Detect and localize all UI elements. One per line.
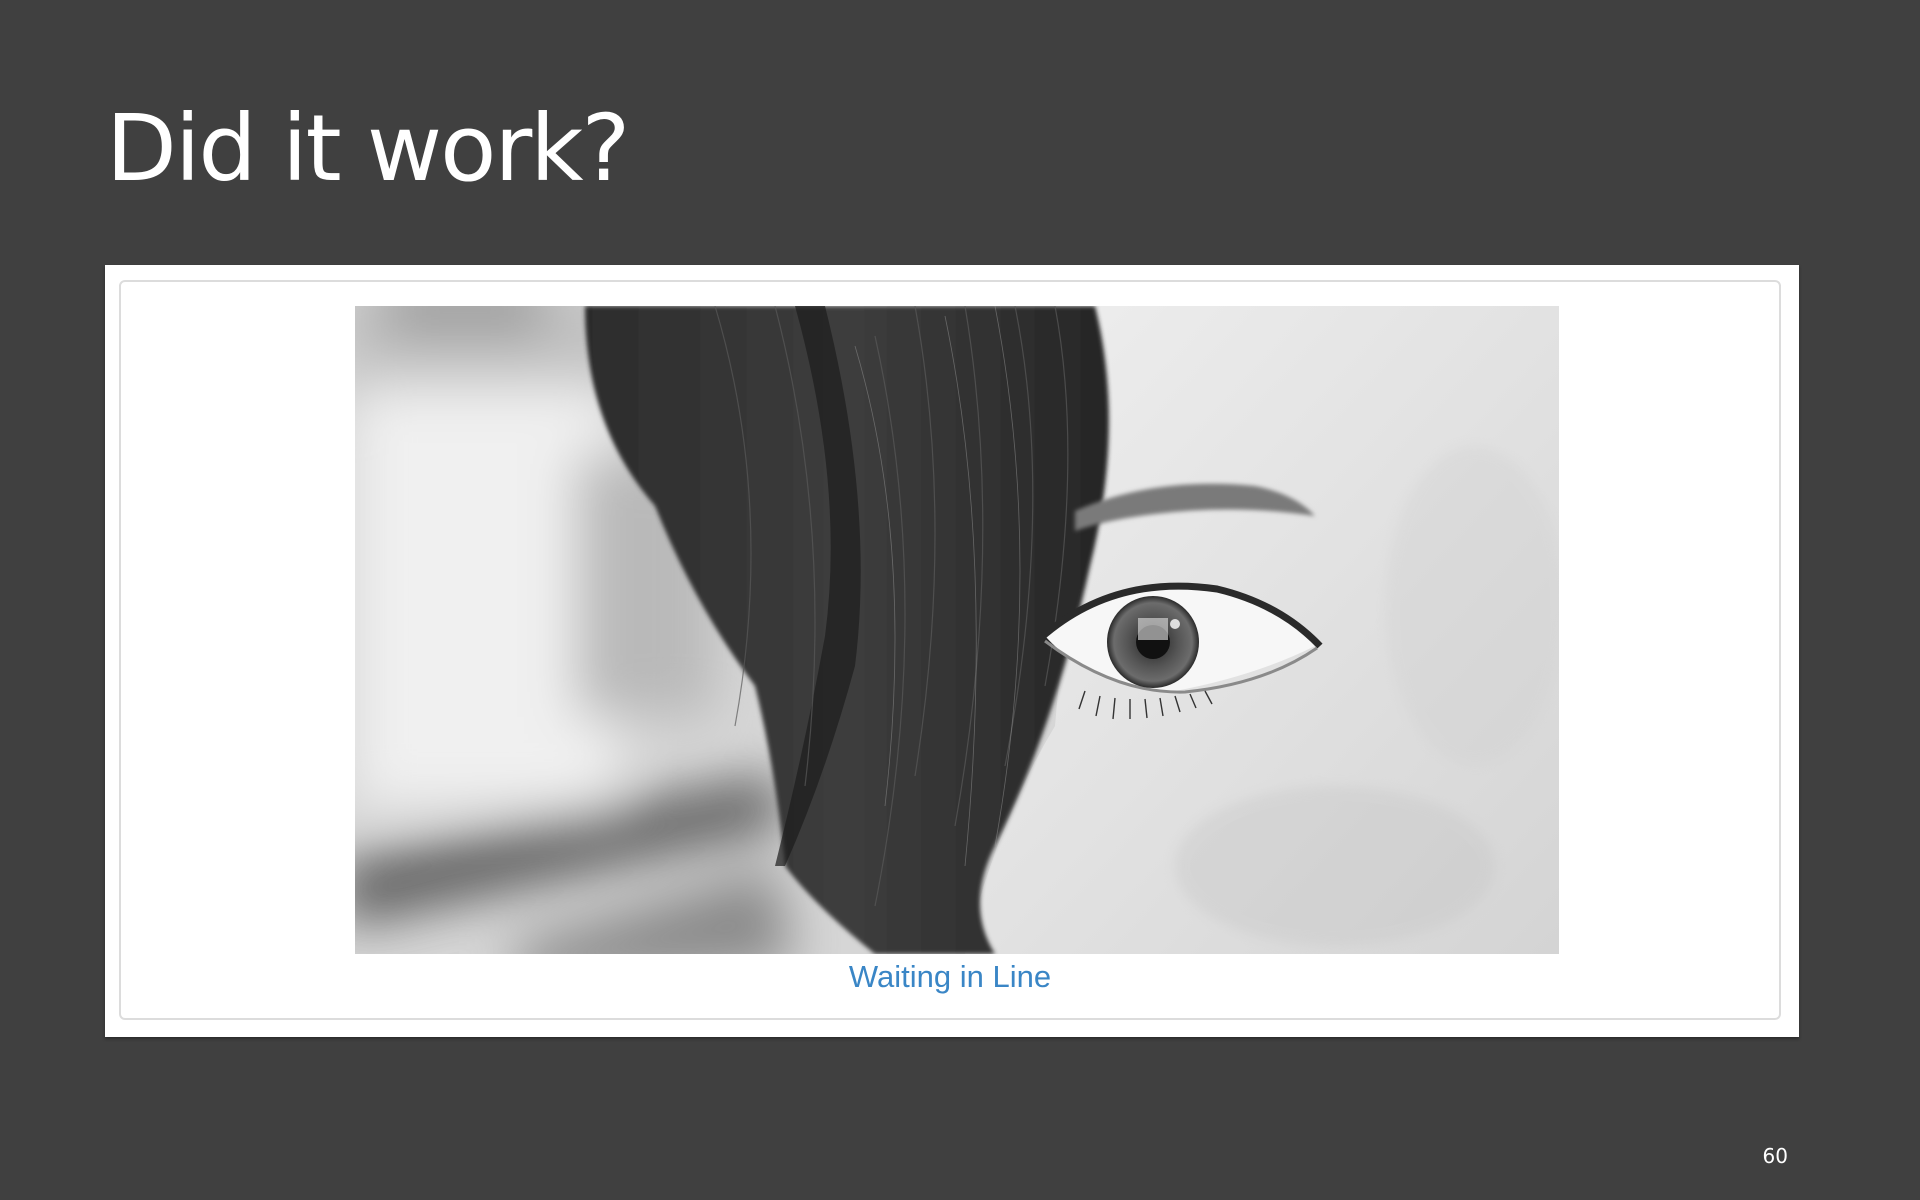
eye-photo[interactable] [355, 306, 1559, 954]
slide-title: Did it work? [106, 95, 630, 202]
slide: Did it work? Waiting in Line 60 [0, 0, 1920, 1200]
thumbnail-card: Waiting in Line [119, 280, 1781, 1020]
caption-link[interactable]: Waiting in Line [121, 959, 1779, 995]
screenshot-frame: Waiting in Line [105, 265, 1799, 1037]
page-number: 60 [1762, 1144, 1788, 1168]
